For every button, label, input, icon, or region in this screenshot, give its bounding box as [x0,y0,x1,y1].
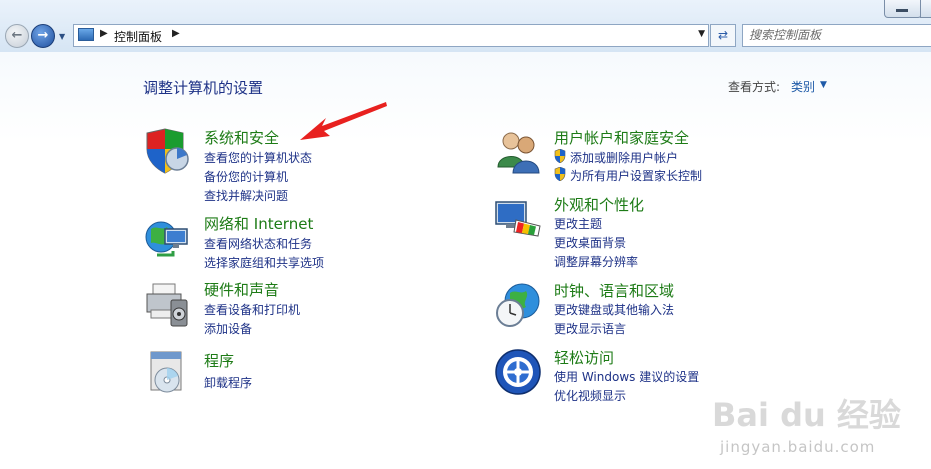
view-by-chevron-icon[interactable]: ▼ [820,80,827,90]
link-optimize-video-display[interactable]: 优化视频显示 [554,387,626,404]
annotation-arrow-icon [300,102,387,140]
link-find-fix-problems[interactable]: 查找并解决问题 [204,187,288,204]
category-programs[interactable]: 程序 [204,350,234,371]
link-view-computer-status[interactable]: 查看您的计算机状态 [204,149,312,166]
uac-shield-icon [554,167,566,181]
breadcrumb-chevron-icon[interactable]: ▶ [172,28,180,39]
view-by-dropdown[interactable]: 类别 [791,78,815,95]
link-view-devices-printers[interactable]: 查看设备和打印机 [204,301,300,318]
network-globe-icon [145,221,188,257]
link-add-remove-user[interactable]: 添加或删除用户帐户 [570,149,678,166]
refresh-icon: ⇄ [717,28,729,42]
recent-pages-dropdown[interactable]: ▼ [59,32,65,41]
link-homegroup-sharing[interactable]: 选择家庭组和共享选项 [204,254,324,271]
link-uninstall-program[interactable]: 卸载程序 [204,374,252,391]
link-parental-controls[interactable]: 为所有用户设置家长控制 [570,167,702,184]
link-change-display-language[interactable]: 更改显示语言 [554,320,626,337]
refresh-button[interactable]: ⇄ [710,24,736,47]
users-icon [497,132,540,174]
search-input[interactable] [749,27,927,42]
shield-computer-icon [146,128,189,174]
link-change-theme[interactable]: 更改主题 [554,215,602,232]
link-add-device[interactable]: 添加设备 [204,320,252,337]
link-recommended-settings[interactable]: 使用 Windows 建议的设置 [554,368,699,385]
watermark-url: jingyan.baidu.com [720,438,876,456]
printer-speaker-icon [146,283,188,327]
link-backup-computer[interactable]: 备份您的计算机 [204,168,288,185]
baidu-watermark-logo: Bai du 经验 [712,396,901,434]
link-adjust-resolution[interactable]: 调整屏幕分辨率 [554,253,638,270]
category-clock-language-region[interactable]: 时钟、语言和区域 [554,280,674,301]
minimize-button[interactable] [884,0,922,18]
uac-shield-icon [554,149,566,163]
clock-globe-icon [496,283,540,327]
minimize-icon [896,9,908,12]
breadcrumb-chevron-icon[interactable]: ▶ [100,28,108,39]
link-view-network-status[interactable]: 查看网络状态和任务 [204,235,312,252]
maximize-button[interactable] [920,0,931,18]
link-change-input-methods[interactable]: 更改键盘或其他输入法 [554,301,674,318]
monitor-palette-icon [495,201,541,237]
programs-disc-icon [150,351,182,393]
category-system-security[interactable]: 系统和安全 [204,127,279,148]
forward-arrow-icon: → [37,28,49,43]
back-arrow-icon: ← [11,28,23,43]
search-box[interactable] [742,24,931,47]
category-ease-of-access[interactable]: 轻松访问 [554,347,614,368]
ease-of-access-icon [495,349,541,395]
breadcrumb-control-panel[interactable]: 控制面板 [114,28,162,45]
address-bar[interactable]: ▶ 控制面板 ▶ ▼ [73,24,709,47]
category-user-accounts[interactable]: 用户帐户和家庭安全 [554,127,689,148]
category-network-internet[interactable]: 网络和 Internet [204,213,313,234]
category-appearance[interactable]: 外观和个性化 [554,194,644,215]
back-button[interactable]: ← [5,24,29,48]
page-title: 调整计算机的设置 [143,79,264,97]
view-by-label: 查看方式: [728,80,781,94]
navigation-toolbar: ← → ▼ ▶ 控制面板 ▶ ▼ ⇄ [0,0,931,53]
link-change-desktop-background[interactable]: 更改桌面背景 [554,234,626,251]
forward-button[interactable]: → [31,24,55,48]
control-panel-icon [78,28,94,41]
category-hardware-sound[interactable]: 硬件和声音 [204,279,279,300]
address-dropdown-icon[interactable]: ▼ [698,29,705,39]
